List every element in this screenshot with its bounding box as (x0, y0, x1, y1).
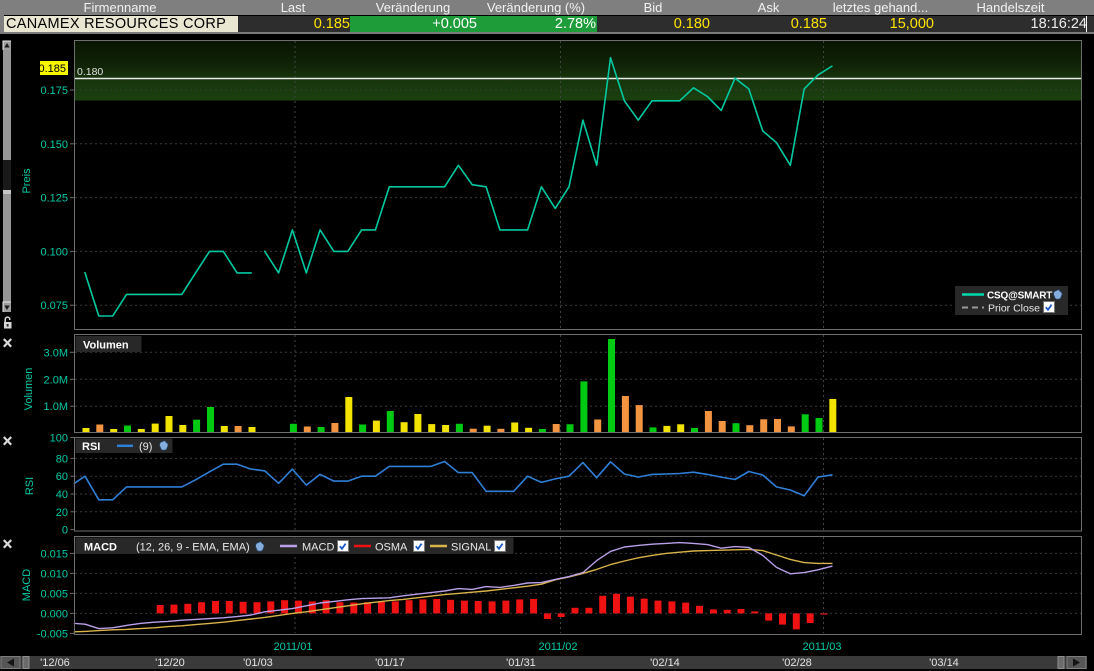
svg-text:0.180: 0.180 (77, 66, 103, 78)
svg-text:0.125: 0.125 (40, 193, 68, 205)
svg-text:40: 40 (56, 489, 68, 501)
svg-text:'02/28: '02/28 (782, 657, 812, 669)
svg-text:0.000: 0.000 (40, 608, 68, 620)
svg-text:2011/02: 2011/02 (539, 641, 578, 653)
svg-text:0.150: 0.150 (40, 139, 68, 151)
svg-text:RSI: RSI (82, 441, 100, 453)
svg-text:20: 20 (56, 507, 68, 519)
svg-text:'01/03: '01/03 (243, 657, 273, 669)
svg-text:0.100: 0.100 (40, 246, 68, 258)
svg-text:-0.005: -0.005 (37, 628, 68, 640)
svg-text:0.175: 0.175 (40, 85, 68, 97)
svg-text:'12/20: '12/20 (155, 657, 185, 669)
svg-text:Prior Close: Prior Close (988, 303, 1040, 315)
svg-text:80: 80 (56, 453, 68, 465)
svg-text:100: 100 (50, 433, 68, 445)
svg-text:0.075: 0.075 (40, 300, 68, 312)
svg-text:'02/14: '02/14 (650, 657, 680, 669)
svg-text:MACD: MACD (21, 569, 33, 601)
svg-text:1.0M: 1.0M (44, 401, 68, 413)
svg-text:2011/03: 2011/03 (803, 641, 842, 653)
svg-text:2011/01: 2011/01 (274, 641, 313, 653)
svg-text:0.005: 0.005 (40, 588, 68, 600)
svg-text:Volumen: Volumen (83, 340, 129, 352)
svg-text:60: 60 (56, 471, 68, 483)
svg-text:0.010: 0.010 (40, 568, 68, 580)
svg-text:(9): (9) (139, 441, 152, 453)
svg-text:2.0M: 2.0M (44, 374, 68, 386)
svg-text:0.185: 0.185 (38, 63, 66, 75)
svg-text:'01/17: '01/17 (375, 657, 405, 669)
svg-text:'12/06: '12/06 (40, 657, 70, 669)
svg-text:SIGNAL: SIGNAL (451, 542, 491, 554)
svg-text:(12, 26, 9 - EMA, EMA): (12, 26, 9 - EMA, EMA) (136, 542, 250, 554)
svg-text:'01/31: '01/31 (506, 657, 536, 669)
svg-text:OSMA: OSMA (375, 542, 408, 554)
svg-text:MACD: MACD (302, 542, 334, 554)
svg-text:0.015: 0.015 (40, 548, 68, 560)
svg-text:Volumen: Volumen (23, 368, 35, 411)
svg-text:MACD: MACD (84, 542, 117, 554)
svg-text:'03/14: '03/14 (929, 657, 959, 669)
svg-text:0: 0 (62, 525, 68, 537)
svg-text:Preis: Preis (21, 168, 33, 194)
svg-text:RSI: RSI (24, 477, 36, 495)
svg-text:3.0M: 3.0M (44, 347, 68, 359)
svg-text:CSQ@SMART: CSQ@SMART (987, 291, 1052, 302)
